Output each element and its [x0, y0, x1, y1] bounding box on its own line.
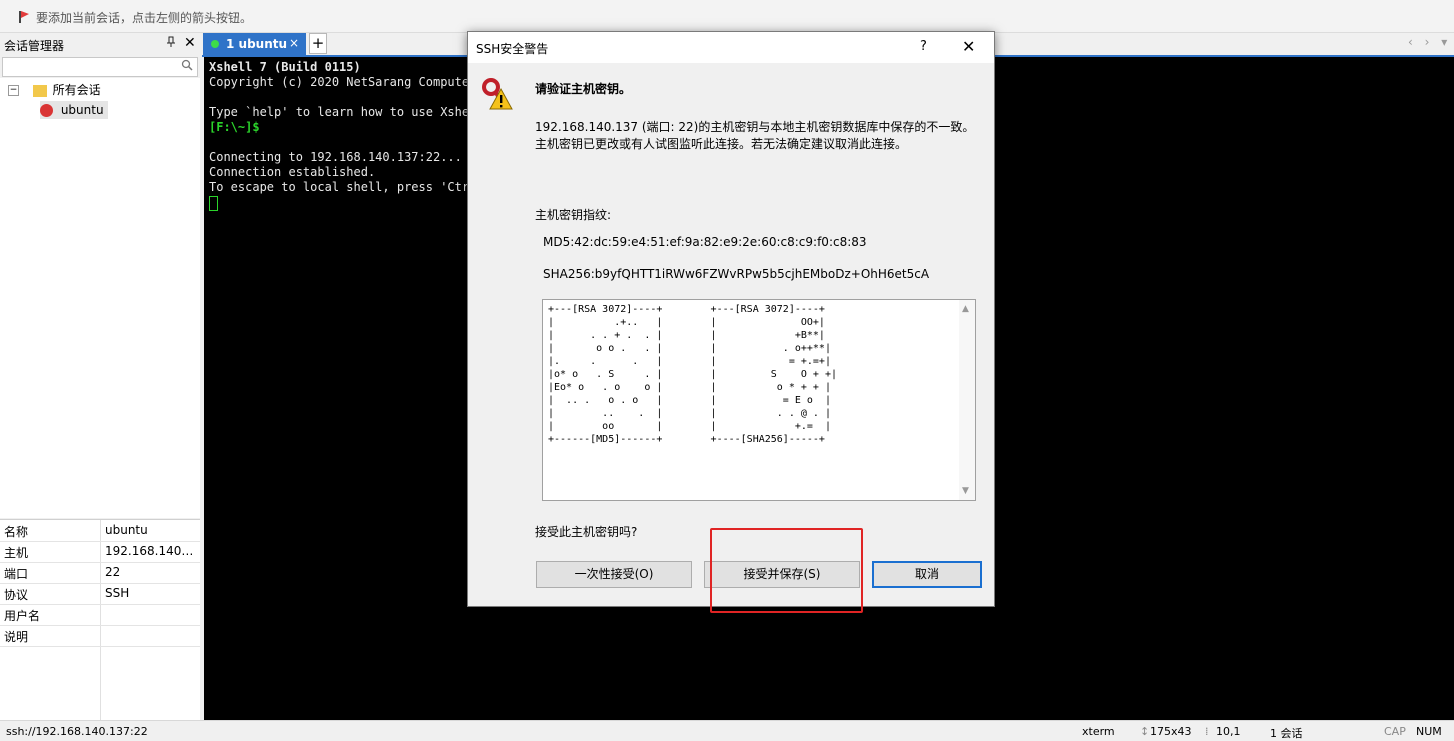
status-cap: CAP: [1384, 725, 1406, 738]
hint-text: 要添加当前会话，点击左侧的箭头按钮。: [36, 11, 253, 25]
tree-label-root: 所有会话: [52, 83, 101, 97]
tab-nav-arrows[interactable]: ‹ › ▾: [1408, 35, 1451, 49]
status-cursor-pos: 10,1: [1216, 725, 1241, 738]
tab-close-icon[interactable]: ×: [289, 36, 299, 50]
prop-row-protocol: 协议 SSH: [0, 583, 200, 605]
cursor-pos-icon: ⁞: [1205, 725, 1209, 738]
size-icon: ↕: [1140, 725, 1150, 738]
tree-item-ubuntu[interactable]: ubuntu: [40, 101, 108, 119]
ubuntu-session-icon: [40, 104, 53, 117]
scroll-up-icon[interactable]: ▲: [962, 304, 969, 314]
prop-key: 协议: [4, 588, 29, 602]
fingerprint-label: 主机密钥指纹:: [535, 208, 612, 222]
prop-key: 主机: [4, 546, 29, 560]
terminal-line: Connection established.: [209, 165, 376, 179]
session-manager-title: 会话管理器: [4, 39, 65, 53]
prop-value: SSH: [105, 586, 130, 600]
prop-row-port: 端口 22: [0, 562, 200, 584]
fingerprint-sha256: SHA256:b9yfQHTT1iRWw6FZWvRPw5b5cjhEMboDz…: [543, 267, 930, 281]
ssh-security-dialog: SSH安全警告 ? ✕ 请验证主机密钥。 192.168.140.137 (端口…: [467, 31, 995, 607]
fingerprint-md5: MD5:42:dc:59:e4:51:ef:9a:82:e9:2e:60:c8:…: [543, 235, 867, 249]
terminal-line: Copyright (c) 2020 NetSarang Computer: [209, 75, 477, 89]
tab-label: 1 ubuntu: [226, 37, 288, 51]
folder-icon: [32, 84, 47, 97]
terminal-line: Type `help' to learn how to use Xshel: [209, 105, 477, 119]
prop-row-host: 主机 192.168.140.137: [0, 541, 200, 563]
status-terminal-type: xterm: [1082, 725, 1115, 738]
help-button[interactable]: ?: [920, 39, 927, 54]
accept-once-button[interactable]: 一次性接受(O): [536, 561, 692, 588]
status-address: ssh://192.168.140.137:22: [6, 725, 148, 738]
status-num: NUM: [1416, 725, 1442, 738]
close-icon[interactable]: ✕: [184, 35, 196, 51]
terminal-cursor: [209, 196, 218, 211]
prop-row-username: 用户名: [0, 604, 200, 626]
scrollbar[interactable]: ▲ ▼: [959, 300, 975, 500]
add-session-flag-icon[interactable]: [17, 10, 31, 24]
highlight-annotation: [710, 528, 863, 613]
dialog-close-button[interactable]: ✕: [962, 37, 975, 56]
session-manager-header: 会话管理器 ✕: [0, 33, 200, 55]
search-icon[interactable]: [181, 59, 193, 74]
randomart-text: +---[RSA 3072]----+ +---[RSA 3072]----+ …: [548, 304, 837, 445]
status-bar: ssh://192.168.140.137:22 xterm ↕ 175x43 …: [0, 720, 1454, 741]
terminal-line: To escape to local shell, press 'Ctrl: [209, 180, 477, 194]
prop-key: 用户名: [4, 609, 41, 623]
terminal-line: Xshell 7 (Build 0115): [209, 60, 361, 74]
status-sessions[interactable]: 1 会话: [1270, 725, 1303, 741]
prop-key: 名称: [4, 525, 29, 539]
scroll-down-icon[interactable]: ▼: [962, 486, 969, 496]
toolbar-hint-bar: 要添加当前会话，点击左侧的箭头按钮。: [0, 0, 1454, 33]
tree-label-ubuntu: ubuntu: [60, 103, 104, 117]
session-tree: − 所有会话 ubuntu: [0, 78, 200, 518]
key-warning-icon: [481, 75, 513, 111]
accept-question: 接受此主机密钥吗?: [535, 525, 638, 539]
prop-value: 192.168.140.137: [105, 544, 197, 558]
dialog-title: SSH安全警告: [476, 42, 549, 56]
prop-key: 说明: [4, 630, 29, 644]
session-properties: 名称 ubuntu 主机 192.168.140.137 端口 22 协议 SSH 用户…: [0, 519, 200, 721]
prop-value: 22: [105, 565, 121, 579]
new-tab-button[interactable]: +: [309, 33, 327, 54]
session-search-input[interactable]: [2, 57, 198, 77]
status-size: 175x43: [1150, 725, 1192, 738]
prop-value: ubuntu: [105, 523, 148, 537]
tree-item-all-sessions[interactable]: − 所有会话: [8, 81, 101, 99]
randomart-box[interactable]: +---[RSA 3072]----+ +---[RSA 3072]----+ …: [542, 299, 976, 501]
pin-icon[interactable]: [166, 36, 176, 51]
dialog-message: 192.168.140.137 (端口: 22)的主机密钥与本地主机密钥数据库中…: [535, 120, 975, 151]
prop-key: 端口: [4, 567, 29, 581]
connected-status-icon: [211, 40, 219, 48]
tab-ubuntu[interactable]: 1 ubuntu ×: [203, 33, 306, 55]
terminal-line: Connecting to 192.168.140.137:22...: [209, 150, 462, 164]
dialog-titlebar: SSH安全警告 ? ✕: [468, 32, 994, 63]
cancel-button[interactable]: 取消: [872, 561, 982, 588]
dialog-heading: 请验证主机密钥。: [535, 82, 632, 96]
terminal-prompt: [F:\~]$: [209, 120, 260, 134]
prop-row-name: 名称 ubuntu: [0, 520, 200, 542]
collapse-icon[interactable]: −: [8, 85, 19, 96]
prop-row-description: 说明: [0, 625, 200, 647]
